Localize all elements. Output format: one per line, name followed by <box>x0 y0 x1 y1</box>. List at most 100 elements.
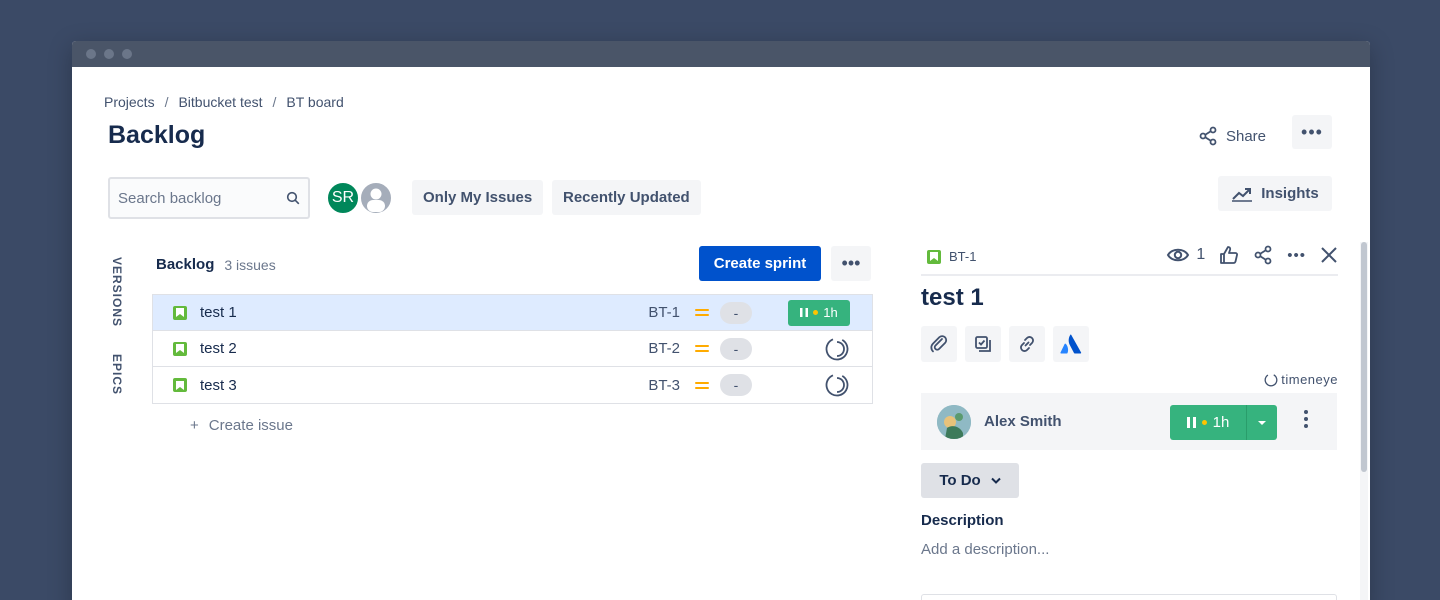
create-sprint-button[interactable]: Create sprint <box>699 246 821 281</box>
table-row[interactable]: test 2 BT-2 - <box>153 331 872 367</box>
atlassian-icon <box>1060 334 1082 354</box>
description-label: Description <box>921 512 1004 529</box>
share-icon <box>1199 126 1217 146</box>
detail-issue-key[interactable]: BT-1 <box>927 249 976 264</box>
share-label: Share <box>1225 127 1266 145</box>
recording-dot <box>1201 420 1207 425</box>
timer-start-icon[interactable] <box>824 336 850 362</box>
create-issue-label: Create issue <box>208 417 293 434</box>
backlog-issue-count: 3 issues <box>224 256 276 273</box>
detail-actions: 1 ••• <box>1166 245 1338 265</box>
issue-summary: test 1 <box>200 304 237 321</box>
insights-button[interactable]: Insights <box>1218 176 1332 211</box>
estimate-badge[interactable]: - <box>720 301 752 324</box>
insights-label: Insights <box>1261 185 1319 202</box>
estimate-badge[interactable]: - <box>720 374 752 396</box>
create-issue-button[interactable]: + Create issue <box>190 417 293 434</box>
share-button[interactable]: Share <box>1194 120 1270 152</box>
estimate-badge[interactable]: - <box>720 337 752 360</box>
issue-key[interactable]: BT-3 <box>648 377 680 394</box>
atlassian-app-button[interactable] <box>1053 326 1089 362</box>
breadcrumb-projects[interactable]: Projects <box>104 94 155 110</box>
search-input[interactable]: Search backlog <box>108 177 310 219</box>
avatar-unassigned[interactable] <box>359 181 393 215</box>
link-issue-button[interactable] <box>1009 326 1045 362</box>
avatar <box>937 404 971 439</box>
timeneye-logo: timeneye <box>1264 372 1338 387</box>
status-dropdown[interactable]: To Do <box>921 463 1019 498</box>
window-minimize-dot[interactable] <box>104 49 114 59</box>
window-close-dot[interactable] <box>86 49 96 59</box>
story-icon <box>173 378 187 392</box>
share-icon[interactable] <box>1253 245 1273 265</box>
detail-scrollbar[interactable] <box>1360 242 1368 600</box>
backlog-header: Backlog 3 issues <box>156 256 276 273</box>
breadcrumb: Projects / Bitbucket test / BT board <box>104 94 344 110</box>
chevron-down-icon <box>990 477 1001 484</box>
tracker-dropdown-button[interactable] <box>1246 405 1277 440</box>
breadcrumb-separator: / <box>164 94 169 110</box>
issue-summary: test 2 <box>200 340 237 357</box>
issue-list: test 1 BT-1 - 1h test 2 BT-2 - test 3 BT… <box>152 294 873 404</box>
comment-input[interactable] <box>921 594 1337 600</box>
timeneye-icon <box>1264 373 1278 386</box>
status-label: To Do <box>939 472 981 489</box>
tab-epics[interactable]: EPICS <box>110 354 124 395</box>
tracker-user-name: Alex Smith <box>984 413 1062 430</box>
page-content: Projects / Bitbucket test / BT board Bac… <box>72 67 1370 600</box>
plus-icon: + <box>190 417 199 434</box>
pause-icon <box>800 308 809 317</box>
detail-key-text: BT-1 <box>949 249 977 264</box>
search-placeholder: Search backlog <box>118 189 222 207</box>
backlog-more-button[interactable]: ••• <box>831 246 871 281</box>
breadcrumb-project[interactable]: Bitbucket test <box>178 94 262 110</box>
avatar-sr[interactable]: SR <box>326 181 360 215</box>
tab-versions[interactable]: VERSIONS <box>110 257 124 327</box>
detail-toolbar <box>921 326 1089 362</box>
issue-summary: test 3 <box>200 376 237 394</box>
insights-chart-icon <box>1232 187 1253 202</box>
thumbs-up-icon[interactable] <box>1219 245 1239 265</box>
breadcrumb-separator: / <box>272 94 277 110</box>
watch-button[interactable]: 1 <box>1166 246 1205 264</box>
tracker-more-button[interactable] <box>1301 407 1311 431</box>
priority-medium-icon <box>695 379 709 392</box>
page-title: Backlog <box>108 121 206 149</box>
tracker-pause-button[interactable]: 1h <box>1170 405 1246 440</box>
description-input[interactable]: Add a description... <box>921 541 1049 558</box>
search-icon <box>286 191 300 205</box>
close-icon[interactable] <box>1320 246 1338 264</box>
pause-icon <box>1186 417 1196 428</box>
tracker-timer-value: 1h <box>1212 414 1230 431</box>
detail-header: BT-1 1 ••• <box>921 242 1338 276</box>
timer-start-icon[interactable] <box>824 372 850 398</box>
paperclip-icon <box>930 335 948 353</box>
subtask-icon <box>975 336 991 352</box>
issue-key[interactable]: BT-1 <box>648 304 680 321</box>
user-avatar-icon <box>937 404 971 439</box>
attach-button[interactable] <box>921 326 957 362</box>
more-icon[interactable]: ••• <box>1287 247 1306 264</box>
issue-detail-panel: BT-1 1 ••• test 1 timeneye Alex Smith 1h… <box>921 242 1338 600</box>
story-icon <box>173 305 187 320</box>
add-subtask-button[interactable] <box>965 326 1001 362</box>
table-row[interactable]: test 1 BT-1 - 1h <box>153 295 872 331</box>
window-maximize-dot[interactable] <box>122 49 132 59</box>
only-my-issues-filter[interactable]: Only My Issues <box>412 180 544 215</box>
story-icon <box>173 341 187 356</box>
user-icon <box>367 188 385 212</box>
timer-running-button[interactable]: 1h <box>788 299 850 326</box>
time-tracker: Alex Smith 1h <box>921 393 1337 450</box>
scrollbar-thumb[interactable] <box>1361 242 1367 472</box>
issue-key[interactable]: BT-2 <box>648 340 680 357</box>
watcher-count: 1 <box>1196 246 1206 263</box>
breadcrumb-board[interactable]: BT board <box>286 94 343 110</box>
tracker-timer-button[interactable]: 1h <box>1170 405 1278 440</box>
detail-title[interactable]: test 1 <box>921 284 984 312</box>
priority-medium-icon <box>695 306 709 319</box>
recently-updated-filter[interactable]: Recently Updated <box>552 180 701 215</box>
more-actions-button[interactable]: ••• <box>1292 115 1332 149</box>
eye-icon <box>1167 248 1190 262</box>
chevron-down-icon <box>1258 420 1266 425</box>
table-row[interactable]: test 3 BT-3 - <box>153 367 872 403</box>
